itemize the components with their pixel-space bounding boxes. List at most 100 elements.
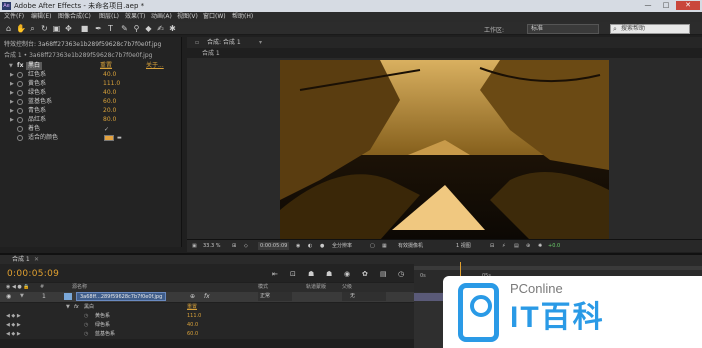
menu-window[interactable]: 窗口(W): [203, 12, 226, 22]
timeline-property-row[interactable]: ◀ ◆ ▶ ◷ 黄色系 111.0: [0, 312, 414, 321]
resolution-dropdown[interactable]: 全分辨率: [332, 242, 352, 250]
parent-header[interactable]: 父级: [342, 283, 352, 292]
minimize-button[interactable]: —: [640, 1, 656, 10]
expand-triangle-icon[interactable]: ▶: [10, 71, 14, 79]
auto-keyframe-icon[interactable]: ◷: [398, 270, 404, 278]
timeline-toggle-icon[interactable]: ▤: [514, 242, 519, 250]
property-row-red[interactable]: ▶ 红色系 40.0: [6, 71, 178, 79]
tint-color-swatch[interactable]: [104, 135, 114, 141]
visibility-eye-icon[interactable]: ◉: [6, 293, 11, 300]
expand-triangle-icon[interactable]: ▶: [10, 107, 14, 115]
menu-layer[interactable]: 图层(L): [99, 12, 119, 22]
menu-composition[interactable]: 图像合成(C): [58, 12, 91, 22]
show-snapshot-icon[interactable]: ◐: [308, 242, 312, 250]
stopwatch-icon[interactable]: [17, 81, 23, 87]
property-row-tint-color[interactable]: 适合的颜色: [6, 134, 178, 142]
stopwatch-icon[interactable]: [17, 72, 23, 78]
menu-animation[interactable]: 动画(A): [151, 12, 172, 22]
property-value[interactable]: 60.0: [103, 98, 116, 106]
aspect-toggle-icon[interactable]: ▣: [192, 242, 197, 250]
source-name-header[interactable]: 源名称: [72, 283, 87, 292]
menu-effect[interactable]: 效果(T): [125, 12, 145, 22]
brainstorm-icon[interactable]: ✿: [362, 270, 368, 278]
safe-areas-icon[interactable]: ⊞: [232, 242, 236, 250]
property-value[interactable]: 20.0: [103, 107, 116, 115]
pixel-aspect-icon[interactable]: ⊟: [490, 242, 494, 250]
motion-blur-icon[interactable]: ◉: [344, 270, 350, 278]
frame-blending-icon[interactable]: ☗: [326, 270, 332, 278]
timeline-effect-row[interactable]: ▼ fx 黑白 重置: [0, 303, 414, 312]
expand-triangle-icon[interactable]: ▶: [10, 80, 14, 88]
transparency-grid-icon[interactable]: ▦: [382, 242, 387, 250]
track-matte-header[interactable]: 轨道蒙版: [306, 283, 326, 292]
hide-shy-layers-icon[interactable]: ☗: [308, 270, 314, 278]
exposure-value[interactable]: +0.0: [548, 242, 560, 250]
menu-help[interactable]: 帮助(H): [232, 12, 253, 22]
mask-visibility-icon[interactable]: ◇: [244, 242, 248, 250]
timeline-layer-row[interactable]: ◉ ▼ 1 3a68ff...289f59628c7b7f0e0f.jpg ⊕ …: [0, 292, 414, 302]
stopwatch-icon[interactable]: [17, 126, 23, 132]
timeline-timecode[interactable]: 0:00:05:09: [7, 269, 59, 279]
maximize-button[interactable]: □: [658, 1, 674, 10]
property-value[interactable]: 111.0: [103, 80, 120, 88]
stopwatch-icon[interactable]: [17, 117, 23, 123]
rotate-icon[interactable]: ↻: [40, 24, 49, 33]
clone-stamp-icon[interactable]: ⚲: [132, 24, 141, 33]
menu-view[interactable]: 视图(V): [177, 12, 198, 22]
composition-subtab[interactable]: 合成 1: [202, 49, 220, 58]
keyframe-nav-icon[interactable]: ◀ ◆ ▶: [6, 321, 21, 330]
eyedropper-icon[interactable]: ▬: [117, 135, 125, 141]
stopwatch-icon[interactable]: ◷: [84, 321, 88, 330]
property-value[interactable]: 111.0: [187, 312, 201, 321]
property-row-yellow[interactable]: ▶ 黄色系 111.0: [6, 80, 178, 88]
keyframe-nav-icon[interactable]: ◀ ◆ ▶: [6, 312, 21, 321]
blend-mode-select[interactable]: 正常: [258, 292, 292, 301]
workspace-select[interactable]: 标准: [527, 24, 599, 34]
expand-triangle-icon[interactable]: ▶: [10, 98, 14, 106]
stopwatch-icon[interactable]: [17, 99, 23, 105]
fx-switch-icon[interactable]: fx: [204, 293, 210, 300]
stopwatch-icon[interactable]: [17, 108, 23, 114]
stopwatch-icon[interactable]: ◷: [84, 312, 88, 321]
lock-icon[interactable]: ▫: [195, 37, 199, 48]
camera-icon[interactable]: ▣: [52, 24, 61, 33]
help-search-input[interactable]: ⌕ 搜索帮助: [610, 24, 690, 34]
camera-dropdown[interactable]: 有效摄像机: [398, 242, 423, 250]
expand-triangle-icon[interactable]: ▶: [10, 89, 14, 97]
property-value[interactable]: 40.0: [103, 71, 116, 79]
property-row-green[interactable]: ▶ 绿色系 40.0: [6, 89, 178, 97]
close-button[interactable]: ✕: [676, 1, 700, 10]
collapse-triangle-icon[interactable]: ▼: [9, 62, 13, 70]
timeline-property-row[interactable]: ◀ ◆ ▶ ◷ 绿色系 40.0: [0, 321, 414, 330]
property-row-magenta[interactable]: ▶ 品红系 80.0: [6, 116, 178, 124]
roto-brush-icon[interactable]: ✍: [156, 24, 165, 33]
property-row-cyan[interactable]: ▶ 青色系 20.0: [6, 107, 178, 115]
pan-behind-icon[interactable]: ✥: [64, 24, 73, 33]
timeline-property-row[interactable]: ◀ ◆ ▶ ◷ 蓝基色系 60.0: [0, 330, 414, 339]
parent-select[interactable]: 无: [342, 292, 386, 301]
view-layout-dropdown[interactable]: 1 视图: [456, 242, 471, 250]
about-link[interactable]: 关于...: [146, 62, 164, 70]
keyframe-nav-icon[interactable]: ◀ ◆ ▶: [6, 330, 21, 339]
region-of-interest-icon[interactable]: ▢: [370, 242, 375, 250]
flowchart-icon[interactable]: ⊕: [526, 242, 530, 250]
zoom-icon[interactable]: ⌕: [28, 24, 37, 33]
effect-controls-tab[interactable]: 特效控制台: 3a68ff27363e1b289f59628c7b7f0e0f.…: [4, 40, 180, 49]
pen-icon[interactable]: ✒: [94, 24, 103, 33]
rectangle-mask-icon[interactable]: ■: [80, 24, 89, 33]
home-icon[interactable]: ⌂: [4, 24, 13, 33]
stopwatch-icon[interactable]: [17, 135, 23, 141]
property-value[interactable]: 80.0: [103, 116, 116, 124]
property-row-tint[interactable]: 着色: [6, 125, 178, 133]
puppet-icon[interactable]: ✱: [168, 24, 177, 33]
draft-3d-icon[interactable]: ⊡: [290, 270, 296, 278]
hand-icon[interactable]: ✋: [16, 24, 26, 33]
text-icon[interactable]: T: [106, 24, 115, 33]
shy-switch-icon[interactable]: ⊕: [190, 293, 195, 300]
reset-link[interactable]: 重置: [187, 303, 197, 312]
viewer-timecode[interactable]: 0:00:05:09: [258, 242, 290, 250]
tab-menu-icon[interactable]: ▾: [259, 37, 262, 48]
composition-tab[interactable]: 合成: 合成 1: [207, 37, 241, 48]
fast-previews-icon[interactable]: ⚡: [502, 242, 506, 250]
property-value[interactable]: 40.0: [187, 321, 198, 330]
